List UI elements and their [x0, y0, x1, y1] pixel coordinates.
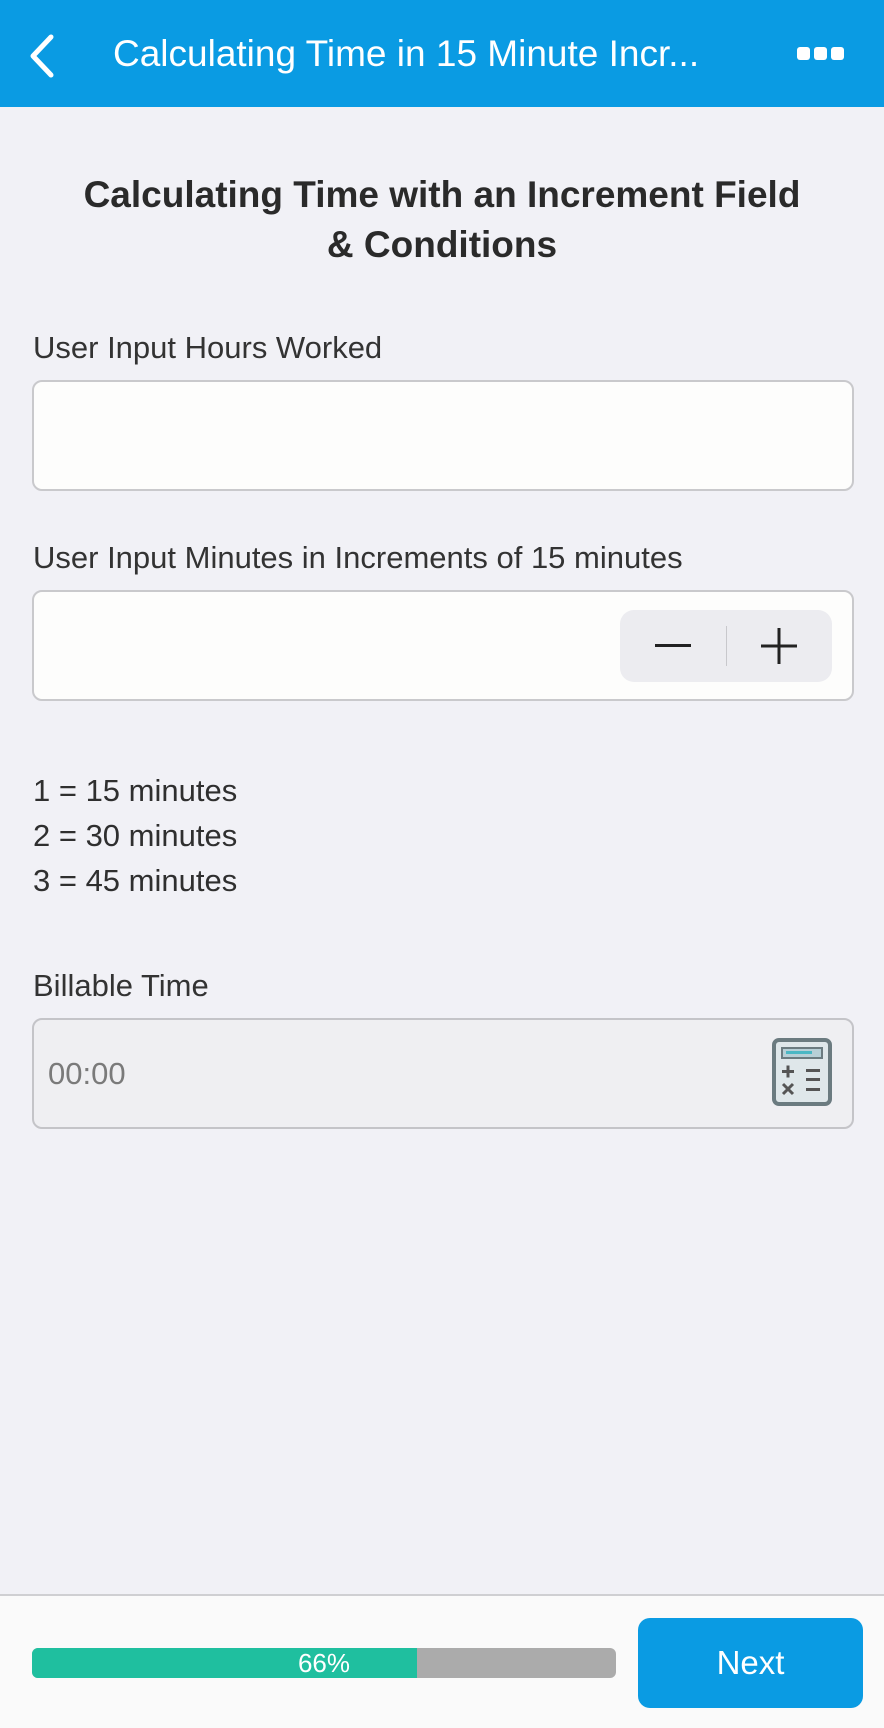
hours-input[interactable] [32, 380, 854, 491]
next-button[interactable]: Next [638, 1618, 863, 1708]
calculator-icon [772, 1038, 832, 1106]
page-title: Calculating Time with an Increment Field… [40, 170, 844, 270]
plus-icon [761, 628, 798, 664]
page-title-line2: & Conditions [326, 224, 558, 265]
minutes-label: User Input Minutes in Increments of 15 m… [33, 540, 683, 575]
page-title-line1: Calculating Time with an Increment Field [83, 174, 801, 215]
billable-time-field: 00:00 [32, 1018, 854, 1129]
minus-icon [654, 644, 691, 647]
hours-label: User Input Hours Worked [33, 330, 383, 365]
billable-time-value: 00:00 [48, 1056, 126, 1091]
increment-button[interactable] [727, 610, 833, 682]
info-line-2: 2 = 30 minutes [33, 818, 238, 853]
more-options-button[interactable] [790, 38, 850, 68]
app-header: Calculating Time in 15 Minute Incr... [0, 0, 884, 107]
progress-label: 66% [297, 1648, 351, 1678]
info-line-3: 3 = 45 minutes [33, 863, 238, 898]
more-dots-icon [796, 46, 810, 60]
header-title: Calculating Time in 15 Minute Incr... [113, 33, 700, 74]
chevron-left-icon [30, 34, 54, 78]
footer-bar: 66% Next [0, 1594, 884, 1728]
billable-label: Billable Time [33, 968, 209, 1003]
decrement-button[interactable] [620, 610, 726, 682]
minutes-stepper [620, 610, 832, 682]
progress-bar: 66% [32, 1648, 616, 1678]
minutes-input[interactable] [32, 590, 854, 701]
info-line-1: 1 = 15 minutes [33, 773, 238, 808]
back-button[interactable] [18, 28, 66, 84]
